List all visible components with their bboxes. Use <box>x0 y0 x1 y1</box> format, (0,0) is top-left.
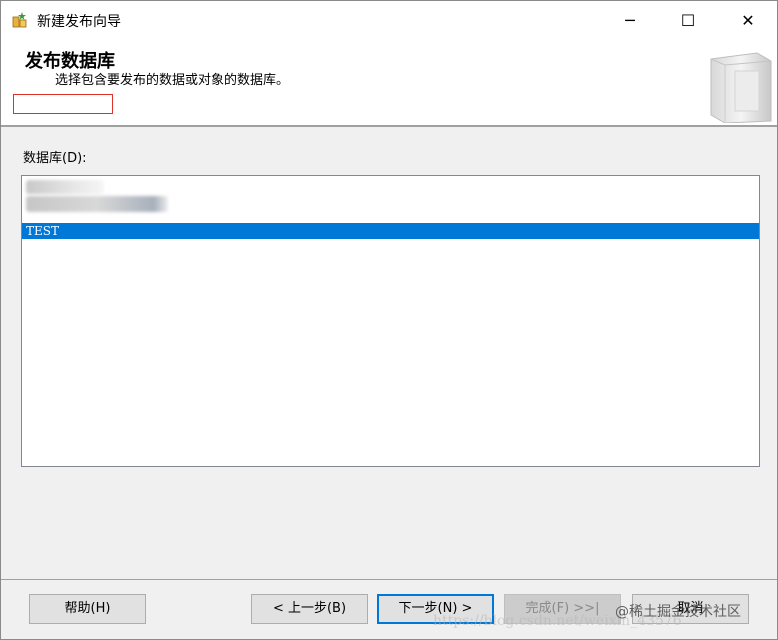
maximize-icon: ☐ <box>680 10 696 30</box>
help-button[interactable]: 帮助(H) <box>29 594 146 624</box>
annotation-highlight-box <box>13 94 113 114</box>
wizard-body: 数据库(D): TEST <box>1 129 777 579</box>
minimize-icon: ─ <box>625 10 635 30</box>
database-list[interactable]: TEST <box>21 175 760 467</box>
wizard-header: 发布数据库 选择包含要发布的数据或对象的数据库。 <box>1 39 777 127</box>
publication-wizard-window: 新建发布向导 ─ ☐ ✕ 发布数据库 选择包含要发布的数据或对象的数据库。 数据… <box>0 0 778 640</box>
back-button[interactable]: < 上一步(B) <box>251 594 368 624</box>
publication-wizard-icon <box>11 11 29 29</box>
close-button[interactable]: ✕ <box>719 1 777 39</box>
window-title: 新建发布向导 <box>37 14 121 30</box>
database-item-test[interactable]: TEST <box>22 223 759 239</box>
redacted-database-item <box>26 180 104 194</box>
title-bar: 新建发布向导 ─ ☐ ✕ <box>1 1 777 39</box>
close-icon: ✕ <box>741 10 755 30</box>
database-label: 数据库(D): <box>23 151 87 166</box>
footer-divider <box>1 579 777 580</box>
wizard-banner-graphic <box>705 45 775 124</box>
page-subtitle: 选择包含要发布的数据或对象的数据库。 <box>55 73 290 88</box>
redacted-database-item <box>26 196 168 212</box>
minimize-button[interactable]: ─ <box>601 1 659 39</box>
watermark-text: @稀土掘金技术社区 <box>615 604 741 620</box>
maximize-button[interactable]: ☐ <box>659 1 717 39</box>
